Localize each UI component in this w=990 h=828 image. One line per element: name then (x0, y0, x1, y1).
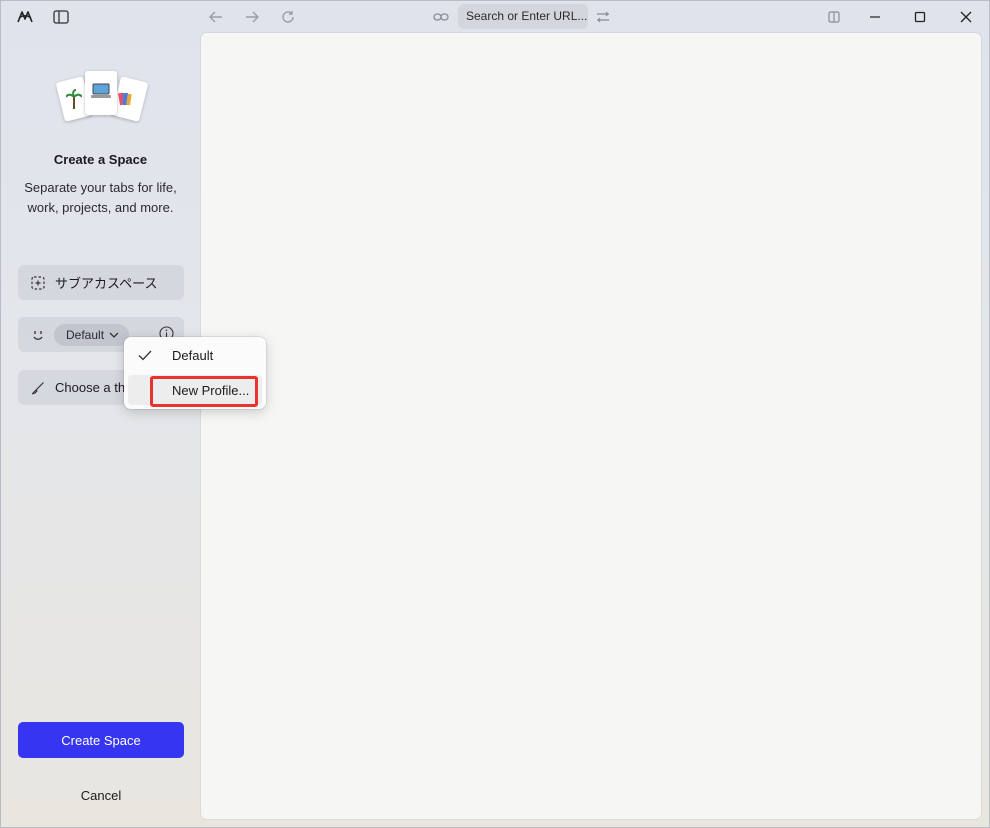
create-space-button[interactable]: Create Space (18, 722, 184, 758)
cancel-button[interactable]: Cancel (18, 781, 184, 809)
url-bar[interactable]: Search or Enter URL... (458, 4, 588, 29)
create-space-sidebar: Create a Space Separate your tabs for li… (0, 33, 201, 828)
close-window-icon[interactable] (955, 6, 977, 28)
smile-icon (27, 329, 49, 341)
link-icon[interactable] (430, 6, 452, 28)
menu-item-label: Default (172, 347, 214, 363)
profile-selected-value: Default (66, 327, 105, 342)
space-dashed-square-icon (27, 275, 49, 290)
menu-item-label: New Profile... (172, 382, 250, 398)
web-content-area[interactable] (201, 33, 981, 819)
toggle-sidebar-icon[interactable] (50, 6, 72, 28)
minimize-icon[interactable] (864, 6, 886, 28)
profile-menu: Default New Profile... (124, 337, 266, 409)
split-view-icon[interactable] (823, 6, 845, 28)
space-name-value: サブアカスペース (55, 276, 158, 291)
maximize-icon[interactable] (909, 6, 931, 28)
spaces-illustration-icon (55, 71, 149, 123)
checkmark-icon (138, 350, 160, 361)
site-controls-icon[interactable] (592, 6, 614, 28)
title-bar: Search or Enter URL... (0, 0, 990, 33)
forward-arrow-icon[interactable] (241, 6, 263, 28)
menu-item-default-profile[interactable]: Default (128, 340, 262, 370)
page-subtitle: Separate your tabs for life, work, proje… (24, 180, 177, 215)
space-name-field[interactable]: サブアカスペース (18, 265, 184, 300)
paint-brush-icon (27, 381, 49, 395)
menu-item-new-profile[interactable]: New Profile... (128, 375, 262, 405)
back-arrow-icon[interactable] (205, 6, 227, 28)
page-title: Create a Space (53, 152, 148, 167)
reload-icon[interactable] (277, 6, 299, 28)
profile-dropdown[interactable]: Default (54, 323, 130, 346)
chevron-down-icon (109, 332, 119, 338)
arc-logo-icon[interactable] (14, 6, 36, 28)
